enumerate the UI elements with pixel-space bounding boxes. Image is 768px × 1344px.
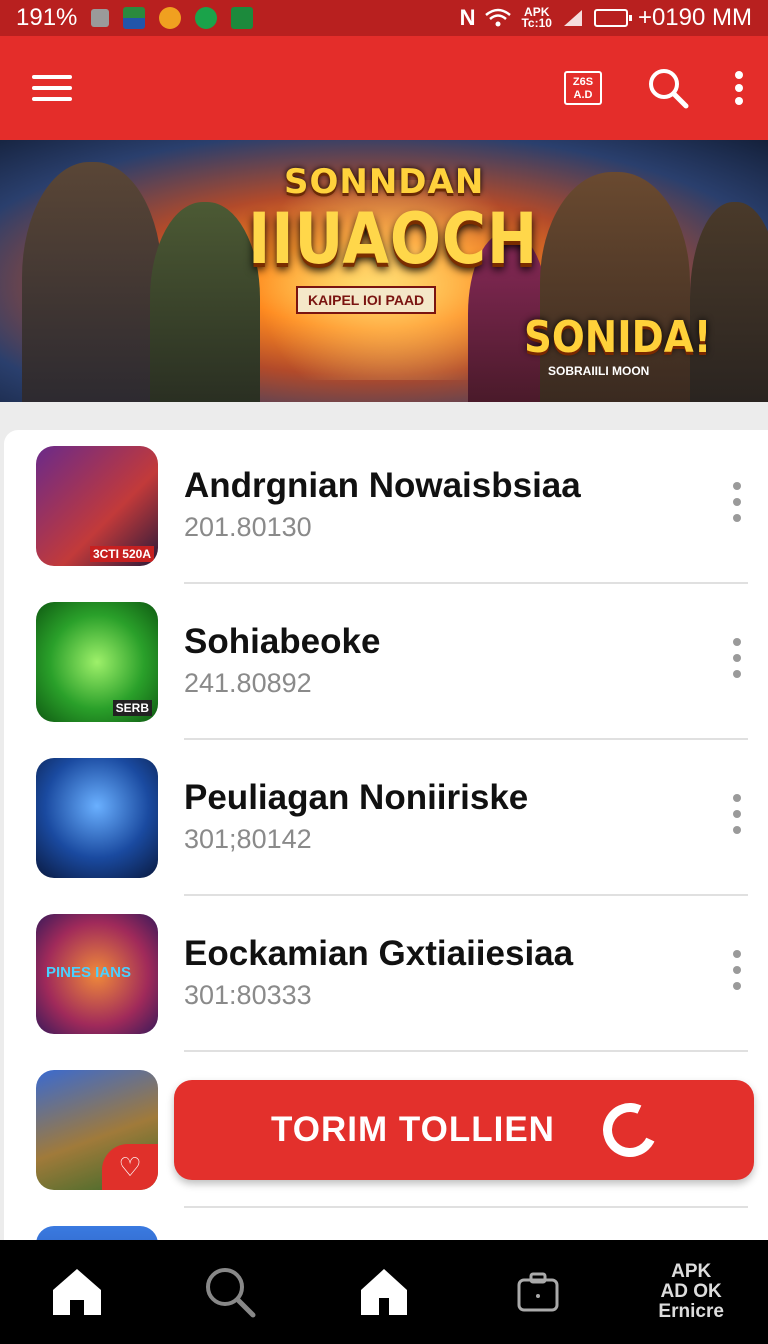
apk-line-2: AD OK: [660, 1281, 722, 1302]
favorite-heart-icon: ♡: [102, 1144, 158, 1190]
banner-warrior-left: [22, 162, 162, 402]
notification-icon: [91, 9, 110, 27]
gallery-badge-button[interactable]: Z6S A.D: [564, 71, 602, 105]
app-name: Peuliagan Noniiriske: [184, 778, 529, 817]
featured-banner[interactable]: SONNDAN IIUAOCH KAIPEL IOI PAAD SONIDA! …: [0, 140, 768, 402]
search-icon: [206, 1268, 256, 1318]
divider: [184, 738, 748, 740]
banner-warrior-right: [690, 202, 768, 402]
hamburger-menu-icon[interactable]: [24, 60, 80, 116]
list-item[interactable]: PINES IANS Eockamian Gxtiaiiesiaa 301:80…: [4, 898, 768, 1054]
nav-apk[interactable]: APK AD OK Ernicre: [614, 1262, 768, 1322]
battery-percent: 191%: [16, 4, 78, 31]
divider: [184, 1050, 748, 1052]
more-options-icon[interactable]: [720, 630, 754, 686]
apk-line-1: APK: [671, 1261, 712, 1282]
photo-notification-icon: [123, 7, 146, 29]
apk-line-3: Ernicre: [658, 1301, 724, 1322]
overflow-menu-icon[interactable]: [734, 70, 744, 106]
wifi-icon: [485, 8, 512, 27]
banner-subtitle: KAIPEL IOI PAAD: [296, 286, 437, 314]
network-label: APK Tc:10: [521, 6, 552, 30]
list-item[interactable]: Peuliagan Noniiriske 301;80142: [4, 742, 768, 898]
app-bar: Z6S A.D: [0, 36, 768, 140]
more-options-icon[interactable]: [720, 786, 754, 842]
more-options-icon[interactable]: [720, 474, 754, 530]
list-item[interactable]: SERB Sohiabeoke 241.80892: [4, 586, 768, 742]
bottom-nav: APK AD OK Ernicre: [0, 1240, 768, 1344]
nfc-icon: N: [459, 5, 476, 30]
signal-icon: [563, 10, 582, 26]
store-home-icon: [360, 1269, 407, 1315]
sheets-notification-icon: [231, 7, 254, 29]
thumb-caption: 3CTI 520A: [89, 546, 154, 562]
app-thumbnail: [36, 758, 158, 878]
banner-soldier: [150, 202, 260, 402]
banner-cta-subtext: SOBRAIILI MOON: [548, 364, 650, 378]
app-name: Eockamian Gxtiaiiesiaa: [184, 934, 574, 973]
search-icon[interactable]: [646, 66, 690, 110]
divider: [184, 1206, 748, 1208]
clock: +0190 MM: [637, 4, 752, 31]
divider: [184, 582, 748, 584]
loading-spinner-icon: [595, 1095, 665, 1165]
thumb-caption: PINES IANS: [46, 964, 132, 981]
nav-search[interactable]: [154, 1265, 308, 1319]
app-thumbnail: SERB: [36, 602, 158, 722]
banner-cta-text: SONIDA!: [524, 312, 712, 363]
app-thumbnail: ♡: [36, 1070, 158, 1190]
banner-title-big: IIUAOCH: [248, 198, 539, 280]
app-name: Sohiabeoke: [184, 622, 381, 661]
game-notification-icon: [159, 7, 182, 29]
app-meta: 201.80130: [184, 512, 312, 542]
nav-store[interactable]: [307, 1266, 461, 1318]
app-thumbnail: PINES IANS: [36, 914, 158, 1034]
battery-icon: [593, 9, 632, 27]
app-meta: 301:80333: [184, 980, 312, 1010]
home-icon: [52, 1269, 101, 1315]
nav-library[interactable]: [461, 1272, 615, 1312]
cta-label: TORIM TOLLIEN: [271, 1110, 555, 1149]
app-notification-icon: [195, 7, 218, 29]
divider: [184, 894, 748, 896]
status-bar: 191% N APK Tc:10 +0190 MM: [0, 0, 768, 36]
app-thumbnail: 3CTI 520A: [36, 446, 158, 566]
nav-home[interactable]: [0, 1266, 154, 1318]
more-options-icon[interactable]: [720, 942, 754, 998]
apk-label: APK AD OK Ernicre: [658, 1262, 723, 1322]
app-meta: 241.80892: [184, 668, 312, 698]
network-sub: Tc:10: [521, 16, 552, 30]
app-name: Andrgnian Nowaisbsiaa: [184, 466, 581, 505]
list-item[interactable]: 3CTI 520A Andrgnian Nowaisbsiaa 201.8013…: [4, 430, 768, 586]
thumb-caption: SERB: [112, 700, 152, 716]
app-meta: 301;80142: [184, 824, 312, 854]
banner-title-small: SONNDAN: [284, 162, 485, 202]
briefcase-icon: [517, 1272, 559, 1312]
torim-tollien-button[interactable]: TORIM TOLLIEN: [174, 1080, 754, 1180]
